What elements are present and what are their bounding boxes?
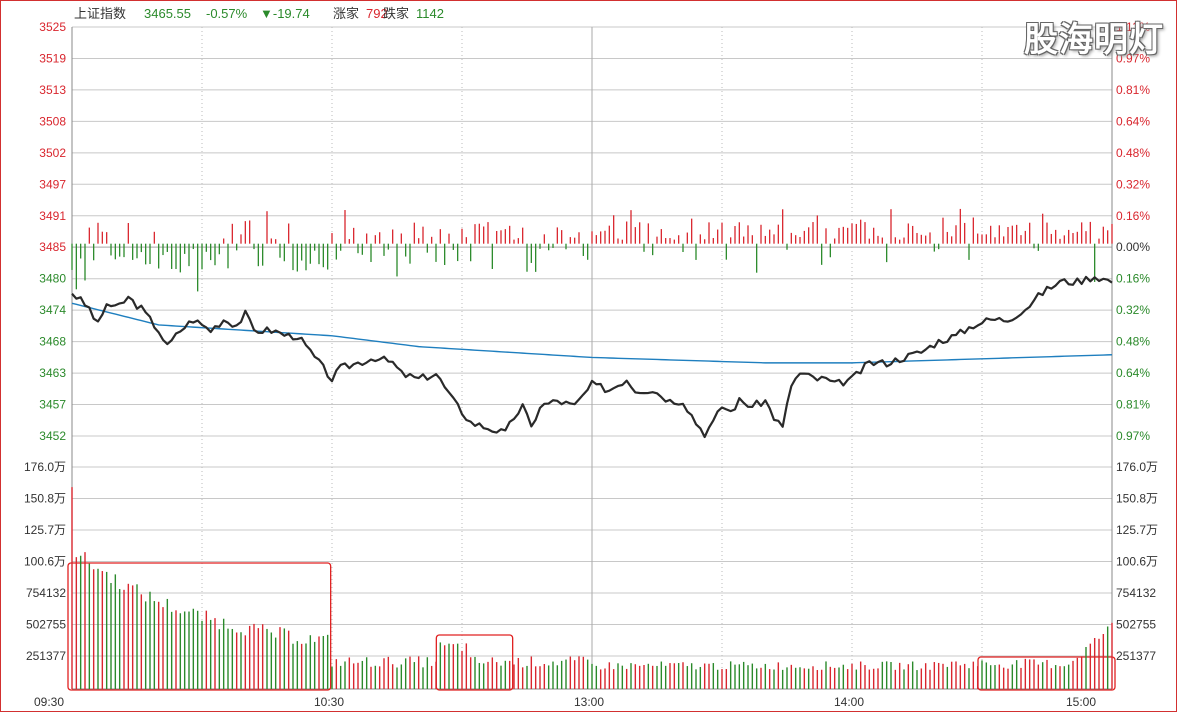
down-label: 跌家 xyxy=(383,6,409,21)
x-tick-label: 13:00 xyxy=(574,695,604,709)
up-label: 涨家 xyxy=(333,6,359,21)
y-right-tick-label: 0.16% xyxy=(1116,272,1150,286)
vol-left-tick-label: 100.6万 xyxy=(24,555,66,569)
vol-left-tick-label: 502755 xyxy=(26,618,66,632)
y-right-tick-label: 0.81% xyxy=(1116,398,1150,412)
y-left-tick-label: 3463 xyxy=(39,366,66,380)
intraday-chart: 3525 1.13%3519 0.97%3513 0.81%3508 0.64%3502… xyxy=(0,0,1177,712)
y-left-tick-label: 3513 xyxy=(39,83,66,97)
y-left-tick-label: 3491 xyxy=(39,209,66,223)
index-change-pts: ▼-19.74 xyxy=(260,6,310,21)
chart-border xyxy=(0,0,1177,712)
y-left-tick-label: 3474 xyxy=(39,303,66,317)
y-left-tick-label: 3468 xyxy=(39,335,66,349)
y-left-tick-label: 3508 xyxy=(39,114,66,128)
y-right-tick-label: 0.00% xyxy=(1116,240,1150,254)
vol-right-tick-label: 754132 xyxy=(1116,586,1156,600)
vol-right-tick-label: 100.6万 xyxy=(1116,555,1158,569)
vol-right-tick-label: 502755 xyxy=(1116,618,1156,632)
watermark-logo: 股海明灯 xyxy=(1024,20,1164,60)
y-left-tick-label: 3457 xyxy=(39,398,66,412)
y-right-tick-label: 0.64% xyxy=(1116,366,1150,380)
vol-left-tick-label: 125.7万 xyxy=(24,523,66,537)
vol-right-tick-label: 176.0万 xyxy=(1116,460,1158,474)
x-tick-label: 10:30 xyxy=(314,695,344,709)
y-left-tick-label: 3485 xyxy=(39,240,66,254)
y-right-tick-label: 0.16% xyxy=(1116,209,1150,223)
y-right-tick-label: 0.48% xyxy=(1116,146,1150,160)
vol-right-tick-label: 125.7万 xyxy=(1116,523,1158,537)
x-tick-label: 09:30 xyxy=(34,695,64,709)
y-left-tick-label: 3480 xyxy=(39,272,66,286)
y-right-tick-label: 0.64% xyxy=(1116,114,1150,128)
index-name: 上证指数 xyxy=(74,6,126,21)
y-left-tick-label: 3502 xyxy=(39,146,66,160)
y-right-tick-label: 0.97% xyxy=(1116,429,1150,443)
y-right-tick-label: 0.48% xyxy=(1116,335,1150,349)
y-right-tick-label: 0.32% xyxy=(1116,177,1150,191)
y-left-tick-label: 3497 xyxy=(39,177,66,191)
down-count: 1142 xyxy=(416,6,444,21)
vol-right-tick-label: 251377 xyxy=(1116,649,1156,663)
x-tick-label: 15:00 xyxy=(1066,695,1096,709)
y-left-tick-label: 3452 xyxy=(39,429,66,443)
vol-left-tick-label: 176.0万 xyxy=(24,460,66,474)
y-left-tick-label: 3525 xyxy=(39,20,66,34)
x-tick-label: 14:00 xyxy=(834,695,864,709)
vol-left-tick-label: 754132 xyxy=(26,586,66,600)
y-right-tick-label: 0.81% xyxy=(1116,83,1150,97)
vol-right-tick-label: 150.8万 xyxy=(1116,492,1158,506)
y-left-tick-label: 3519 xyxy=(39,51,66,65)
index-price: 3465.55 xyxy=(144,6,191,21)
index-change-pct: -0.57% xyxy=(206,6,248,21)
y-right-tick-label: 0.32% xyxy=(1116,303,1150,317)
vol-left-tick-label: 251377 xyxy=(26,649,66,663)
vol-left-tick-label: 150.8万 xyxy=(24,492,66,506)
